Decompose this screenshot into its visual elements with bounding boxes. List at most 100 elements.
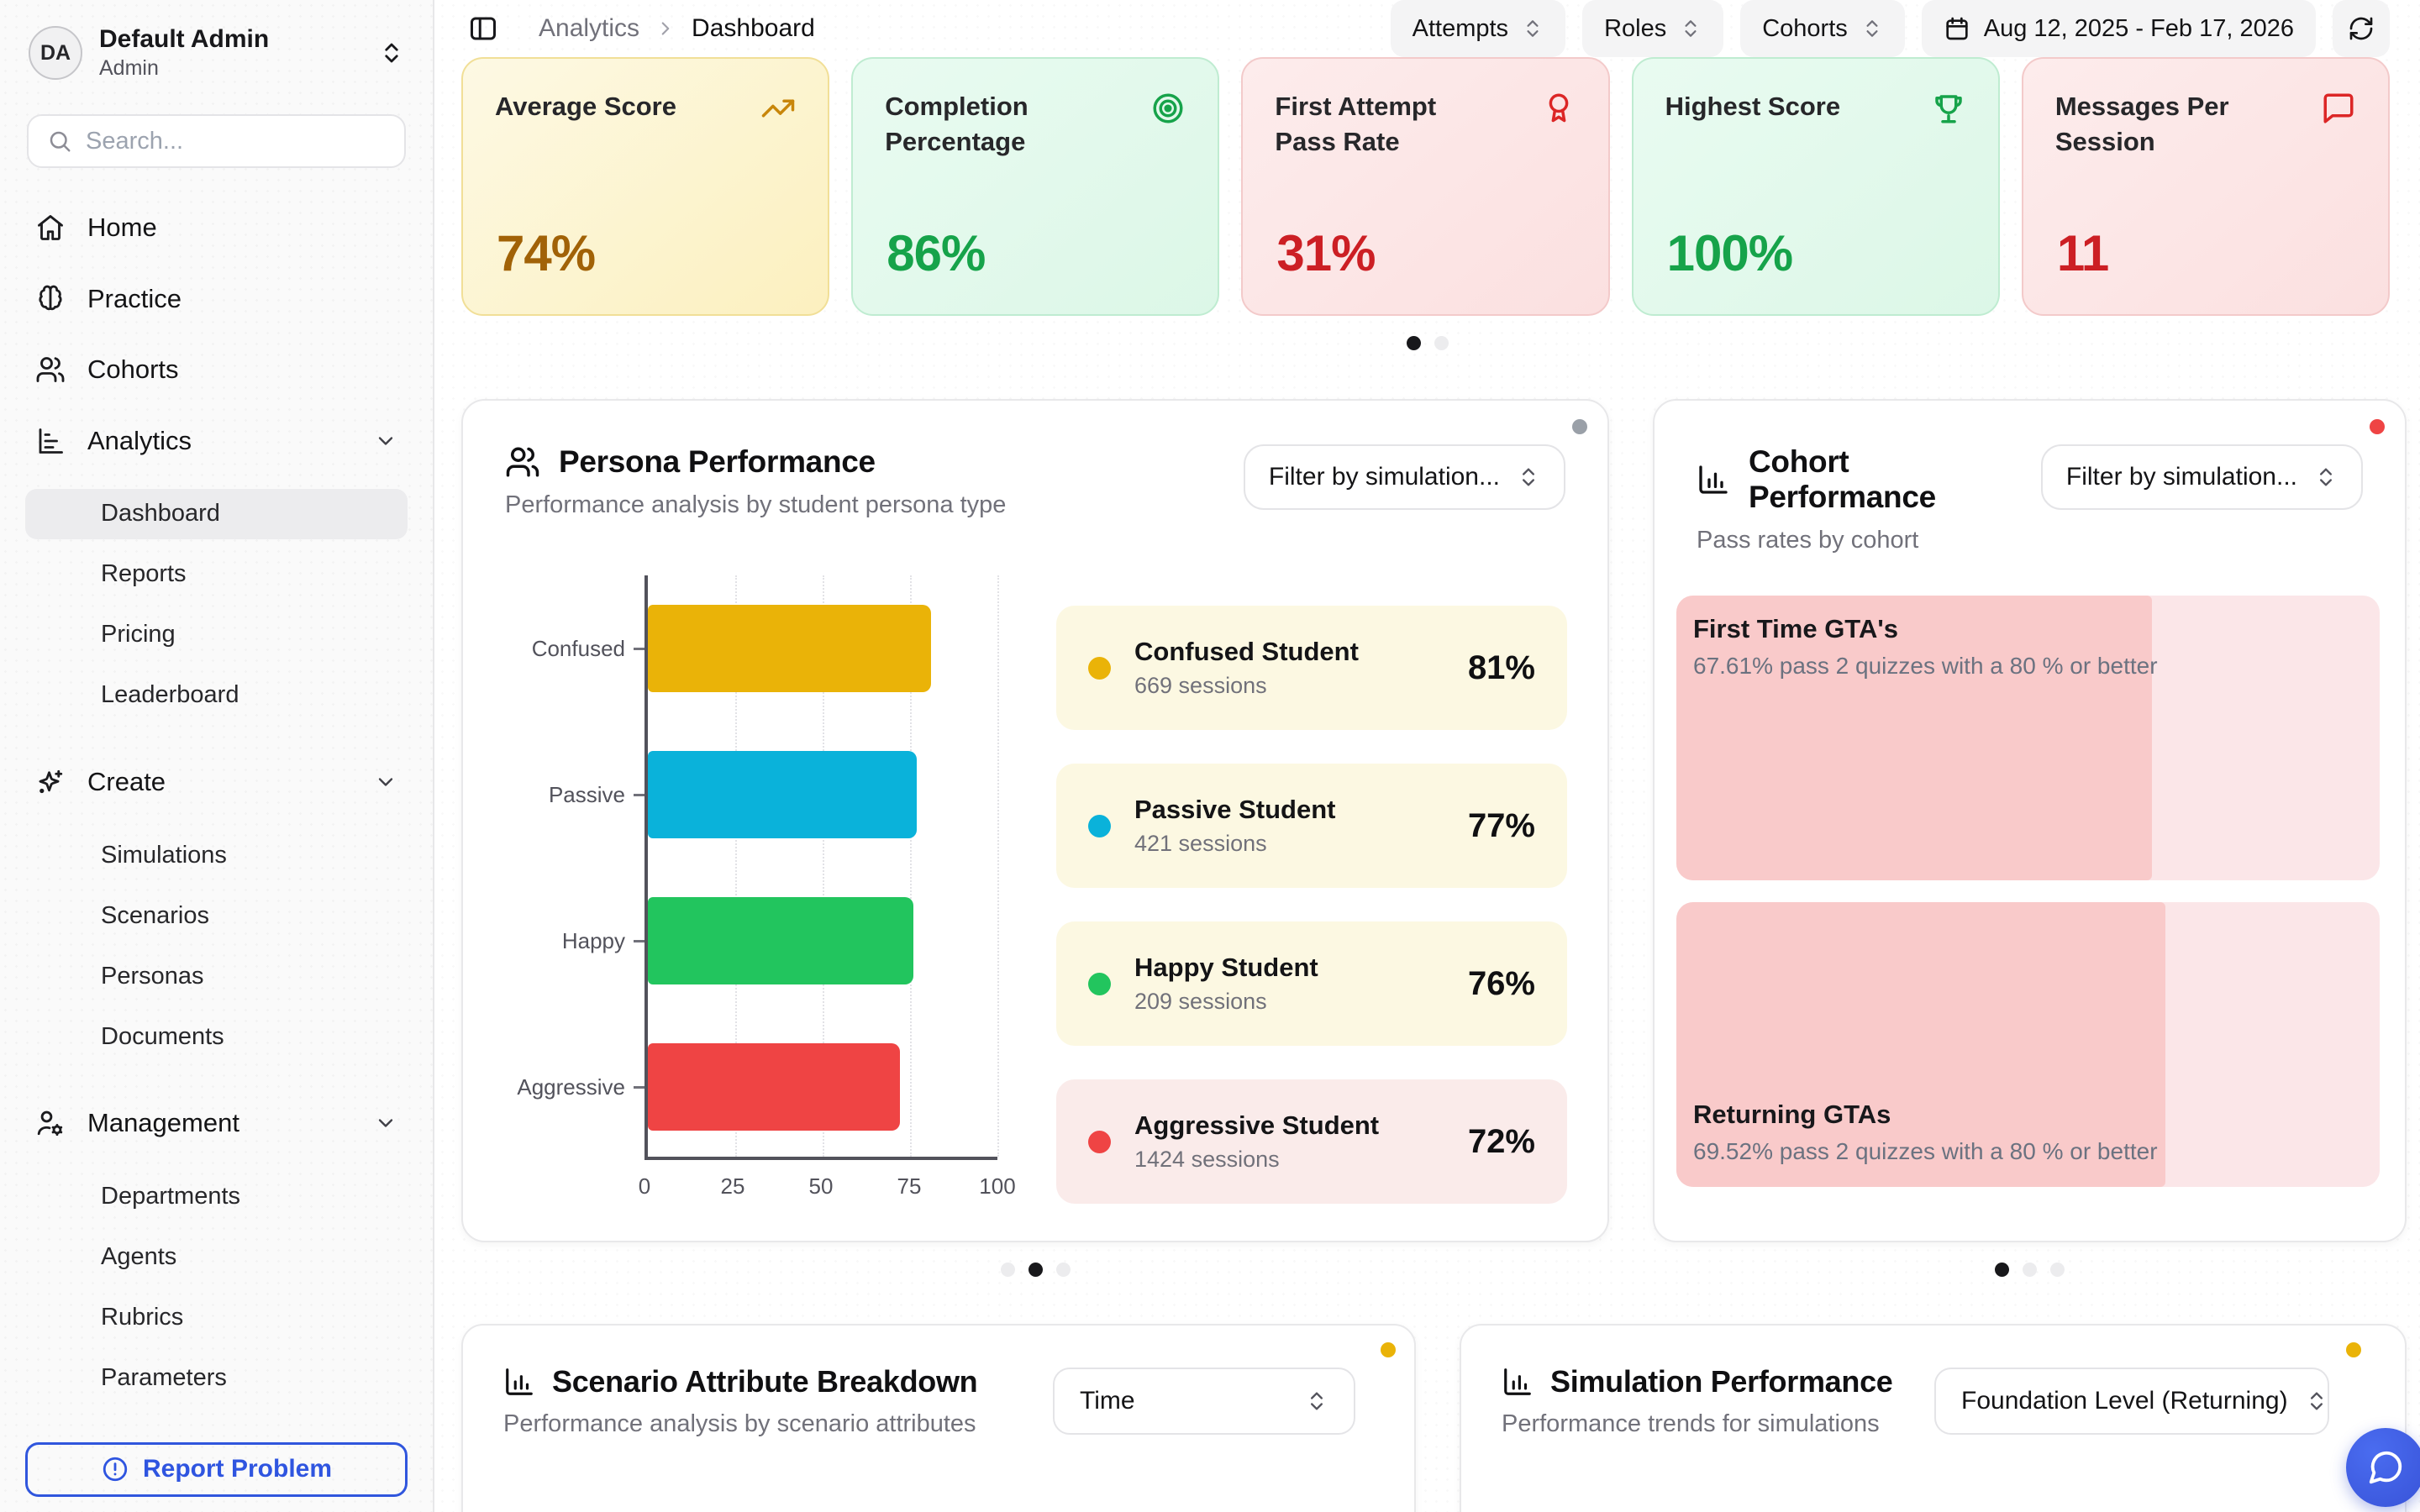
roles-dropdown[interactable]: Roles: [1582, 0, 1723, 57]
cohorts-dropdown-label: Cohorts: [1762, 15, 1848, 43]
cohort-name: First Time GTA's: [1693, 614, 2360, 644]
search-input[interactable]: [86, 128, 386, 155]
panel-title: Persona Performance: [559, 444, 876, 480]
sidebar-item-label: Practice: [87, 284, 182, 314]
carousel-dot[interactable]: [1434, 336, 1449, 350]
chevrons-up-down-icon[interactable]: [379, 40, 404, 66]
stat-card-average-score: Average Score 74%: [461, 57, 829, 316]
sidebar-item-documents[interactable]: Documents: [25, 1011, 408, 1062]
sidebar-toggle-button[interactable]: [468, 13, 498, 44]
chart-plot-area: [644, 575, 997, 1160]
users-icon: [35, 354, 66, 385]
breadcrumb-parent[interactable]: Analytics: [539, 14, 639, 43]
sidebar-group-management[interactable]: Management: [25, 1100, 408, 1146]
chevrons-up-down-icon: [2314, 465, 2338, 489]
award-icon: [1541, 91, 1576, 126]
legend-dot: [1088, 657, 1111, 680]
search-box[interactable]: [27, 114, 406, 168]
persona-carousel-dots: [1001, 1263, 1071, 1277]
carousel-dot[interactable]: [1056, 1263, 1071, 1277]
attempts-dropdown-label: Attempts: [1413, 15, 1508, 43]
carousel-dot[interactable]: [2050, 1263, 2065, 1277]
scenario-attribute-panel: Scenario Attribute Breakdown Performance…: [461, 1324, 1416, 1512]
cohort-bar-first-time-gtas: First Time GTA's 67.61% pass 2 quizzes w…: [1676, 596, 2380, 880]
legend-value: 77%: [1468, 807, 1535, 845]
x-tick: 50: [809, 1173, 834, 1200]
trophy-icon: [1931, 91, 1966, 126]
cohort-filter-dropdown[interactable]: Filter by simulation...: [2041, 444, 2363, 510]
cohort-name: Returning GTAs: [1693, 1100, 2360, 1130]
simulation-dropdown[interactable]: Foundation Level (Returning): [1934, 1368, 2329, 1435]
bar-happy: [648, 897, 913, 984]
sidebar-item-agents[interactable]: Agents: [25, 1232, 408, 1283]
sidebar-nav: Home Practice Cohorts Analytics: [25, 205, 408, 1497]
legend-name: Aggressive Student: [1134, 1110, 1379, 1141]
sidebar-item-leaderboard[interactable]: Leaderboard: [25, 670, 408, 721]
breadcrumb-current: Dashboard: [692, 14, 815, 43]
refresh-icon: [2348, 15, 2375, 42]
refresh-button[interactable]: [2333, 0, 2390, 57]
legend-sessions: 209 sessions: [1134, 989, 1318, 1015]
sidebar-item-cohorts[interactable]: Cohorts: [25, 347, 408, 392]
home-icon: [35, 213, 66, 243]
carousel-dot[interactable]: [1995, 1263, 2009, 1277]
scenario-attribute-dropdown[interactable]: Time: [1053, 1368, 1355, 1435]
sidebar-item-parameters[interactable]: Parameters: [25, 1353, 408, 1404]
legend-dot: [1088, 973, 1111, 995]
legend-name: Confused Student: [1134, 637, 1359, 667]
sidebar-item-pricing[interactable]: Pricing: [25, 610, 408, 660]
user-role: Admin: [99, 56, 269, 81]
y-axis-label: Aggressive: [510, 1014, 644, 1160]
gridline: [997, 575, 999, 1157]
chat-fab-button[interactable]: [2346, 1428, 2420, 1507]
status-dot: [1381, 1342, 1396, 1357]
sidebar-item-dashboard[interactable]: Dashboard: [25, 489, 408, 539]
carousel-dot[interactable]: [1407, 336, 1421, 350]
chevron-down-icon: [374, 1111, 397, 1135]
sidebar-item-personas[interactable]: Personas: [25, 951, 408, 1001]
user-menu[interactable]: DA Default Admin Admin: [25, 22, 408, 84]
carousel-dot[interactable]: [2023, 1263, 2037, 1277]
sidebar-group-create[interactable]: Create: [25, 759, 408, 805]
legend-name: Happy Student: [1134, 953, 1318, 983]
legend-item-aggressive: Aggressive Student 1424 sessions 72%: [1056, 1079, 1567, 1204]
chevrons-up-down-icon: [1517, 465, 1540, 489]
legend-value: 72%: [1468, 1123, 1535, 1161]
y-axis-label: Passive: [510, 722, 644, 868]
sidebar-item-practice[interactable]: Practice: [25, 276, 408, 321]
message-square-icon: [2321, 91, 2356, 126]
report-problem-button[interactable]: Report Problem: [25, 1442, 408, 1497]
legend-dot: [1088, 1131, 1111, 1153]
sidebar-item-scenarios[interactable]: Scenarios: [25, 890, 408, 941]
sidebar-item-reports[interactable]: Reports: [25, 549, 408, 600]
stat-title: Highest Score: [1665, 89, 1882, 124]
date-range-label: Aug 12, 2025 - Feb 17, 2026: [1984, 15, 2294, 43]
stat-card-highest-score: Highest Score 100%: [1632, 57, 2000, 316]
chevrons-up-down-icon: [2305, 1389, 2328, 1413]
cohorts-dropdown[interactable]: Cohorts: [1740, 0, 1905, 57]
panels-row: Persona Performance Performance analysis…: [434, 399, 2420, 1277]
legend-sessions: 1424 sessions: [1134, 1147, 1379, 1173]
sidebar-item-rubrics[interactable]: Rubrics: [25, 1293, 408, 1343]
cohort-bar-returning-gtas: Returning GTAs 69.52% pass 2 quizzes wit…: [1676, 902, 2380, 1187]
date-range-picker[interactable]: Aug 12, 2025 - Feb 17, 2026: [1922, 0, 2316, 57]
persona-bar-chart: Confused Passive Happy Aggressive: [510, 575, 997, 1210]
sidebar-group-label: Management: [87, 1108, 239, 1138]
breadcrumb: Analytics Dashboard: [539, 14, 815, 43]
analytics-sublist: Dashboard Reports Pricing Leaderboard: [25, 489, 408, 731]
persona-filter-dropdown[interactable]: Filter by simulation...: [1244, 444, 1565, 510]
carousel-dot[interactable]: [1028, 1263, 1043, 1277]
panel-subtitle: Performance analysis by scenario attribu…: [503, 1410, 977, 1438]
sidebar-group-label: Analytics: [87, 426, 192, 456]
bottom-panels-row: Scenario Attribute Breakdown Performance…: [434, 1324, 2420, 1512]
sidebar-item-departments[interactable]: Departments: [25, 1172, 408, 1222]
carousel-dot[interactable]: [1001, 1263, 1015, 1277]
attempts-dropdown[interactable]: Attempts: [1391, 0, 1565, 57]
y-axis-label: Confused: [510, 575, 644, 722]
sidebar-group-label: Create: [87, 767, 166, 797]
sidebar-item-home[interactable]: Home: [25, 205, 408, 250]
persona-filter-label: Filter by simulation...: [1269, 463, 1500, 491]
persona-legend: Confused Student 669 sessions 81% Passiv…: [1056, 606, 1567, 1204]
sidebar-group-analytics[interactable]: Analytics: [25, 417, 408, 463]
sidebar-item-simulations[interactable]: Simulations: [25, 830, 408, 880]
